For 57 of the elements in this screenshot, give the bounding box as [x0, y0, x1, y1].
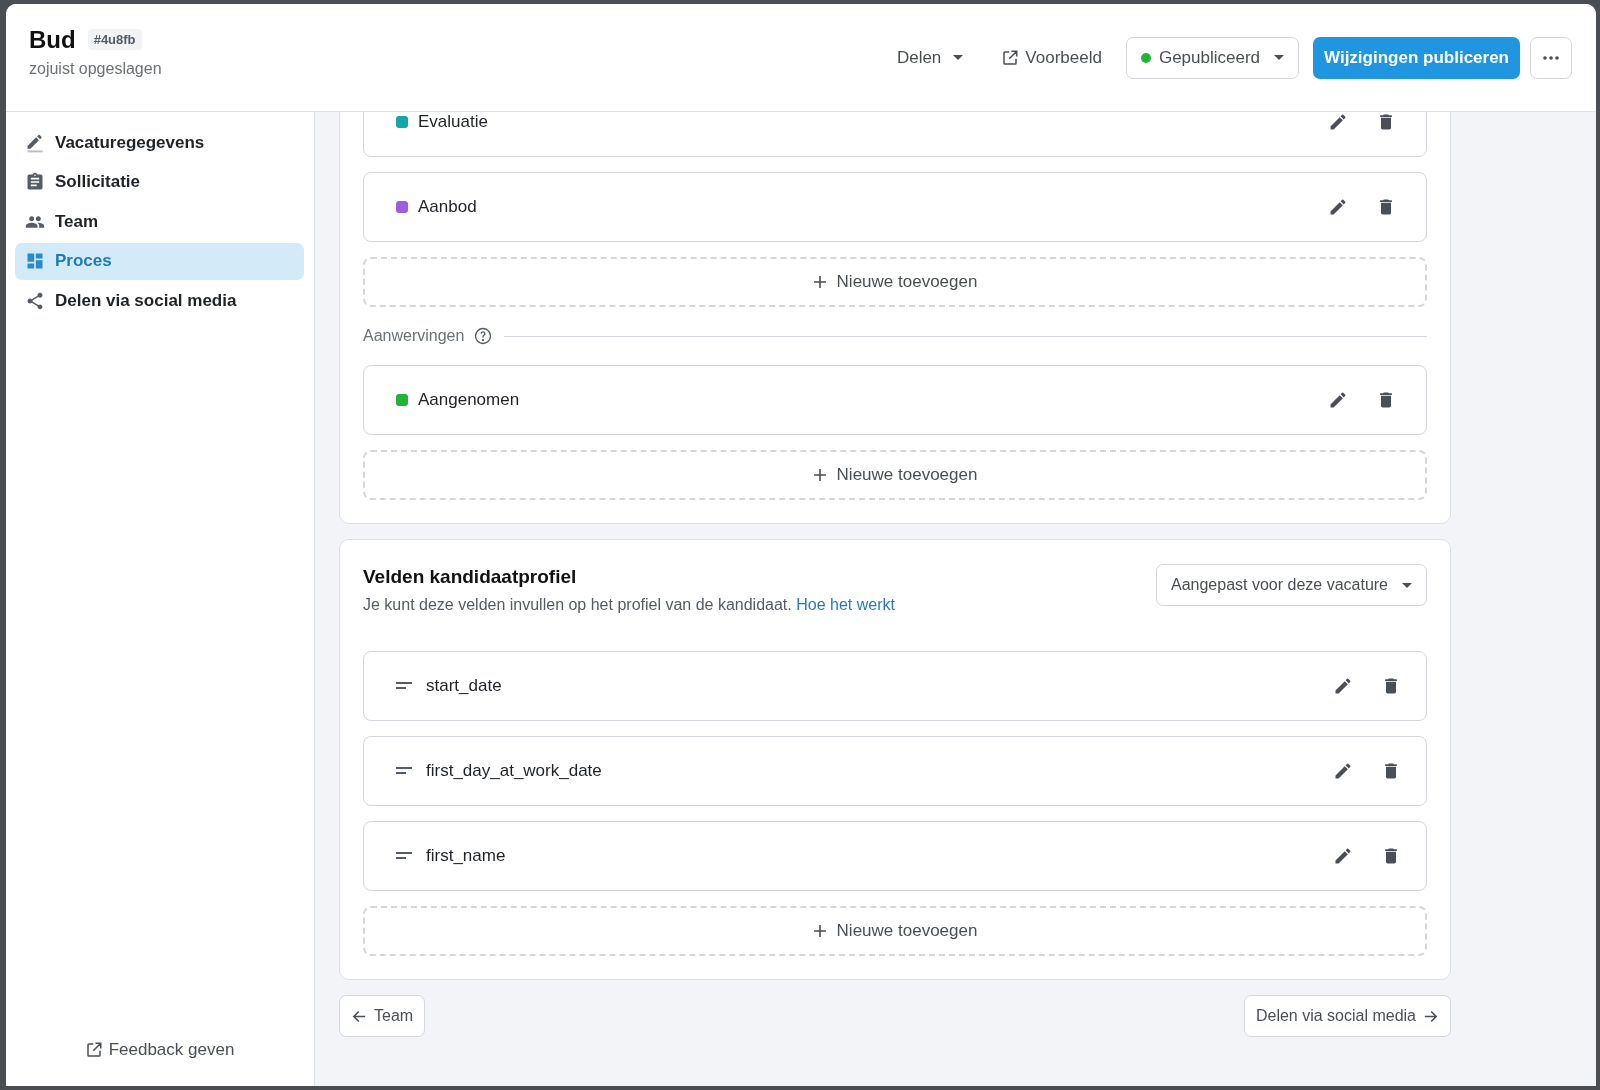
id-badge: #4u8fb	[87, 29, 142, 50]
dashboard-icon	[25, 251, 45, 271]
status-dropdown[interactable]: Gepubliceerd	[1125, 36, 1300, 79]
edit-button[interactable]	[1328, 112, 1348, 132]
more-icon	[1543, 55, 1559, 60]
sidebar-item[interactable]: Team	[15, 203, 304, 240]
drag-handle-icon	[396, 681, 412, 691]
edit-button[interactable]	[1333, 846, 1353, 866]
sidebar-item[interactable]: Vacaturegegevens	[15, 124, 304, 161]
edit-button[interactable]	[1333, 676, 1353, 696]
group-heading: Aanwervingen	[363, 327, 465, 345]
field-name: start_date	[426, 676, 503, 696]
pencil-icon	[1328, 112, 1348, 132]
sidebar-item[interactable]: Sollicitatie	[15, 163, 304, 201]
drag-handle-icon	[396, 851, 412, 861]
field-name: first_name	[426, 846, 507, 866]
external-link-icon	[1001, 48, 1020, 67]
stage-name: Aanbod	[418, 197, 478, 217]
add-new-button[interactable]: Nieuwe toevoegen	[363, 450, 1427, 500]
pencil-icon	[1328, 197, 1348, 217]
stage-name: Aangenomen	[418, 390, 521, 410]
stage-name: Evaluatie	[418, 112, 489, 132]
edit-button[interactable]	[1328, 197, 1348, 217]
plus-icon	[812, 275, 827, 289]
scope-dropdown[interactable]: Aangepast voor deze vacature	[1155, 564, 1427, 606]
next-button[interactable]: Delen via social media	[1243, 995, 1451, 1037]
pencil-icon	[1333, 676, 1353, 696]
preview-button[interactable]: Voorbeeld	[987, 39, 1116, 76]
job-title: Bud	[29, 25, 76, 54]
add-new-button[interactable]: Nieuwe toevoegen	[363, 906, 1427, 956]
pencil-icon	[1333, 846, 1353, 866]
caret-icon	[1274, 55, 1285, 60]
plus-icon	[812, 924, 827, 938]
save-status: zojuist opgeslagen	[29, 59, 162, 78]
feedback-link[interactable]: Feedback geven	[84, 1040, 235, 1060]
pencil-icon	[25, 132, 45, 153]
add-new-button[interactable]: Nieuwe toevoegen	[363, 257, 1427, 307]
section-title: Velden kandidaatprofiel	[363, 566, 578, 588]
clipboard-icon	[25, 172, 45, 192]
plus-icon	[812, 468, 827, 482]
sidebar-item[interactable]: Delen via social media	[15, 282, 304, 319]
edit-button[interactable]	[1328, 390, 1348, 410]
pencil-icon	[1328, 390, 1348, 410]
section-description: Je kunt deze velden invullen op het profiel van de kandidaat. Hoe het werkt	[363, 596, 895, 614]
edit-button[interactable]	[1333, 761, 1353, 781]
field-name: first_day_at_work_date	[426, 761, 603, 781]
caret-icon	[953, 55, 964, 60]
back-button[interactable]: Team	[339, 995, 426, 1037]
share-dropdown[interactable]: Delen	[882, 39, 978, 76]
help-icon	[474, 327, 493, 345]
drag-handle-icon	[396, 766, 412, 776]
sidebar-item[interactable]: Proces	[15, 242, 304, 280]
caret-icon	[1402, 582, 1412, 588]
pencil-icon	[1333, 761, 1353, 781]
external-link-icon	[84, 1041, 103, 1059]
help-link[interactable]: Hoe het werkt	[796, 596, 895, 613]
share-icon	[25, 290, 45, 311]
